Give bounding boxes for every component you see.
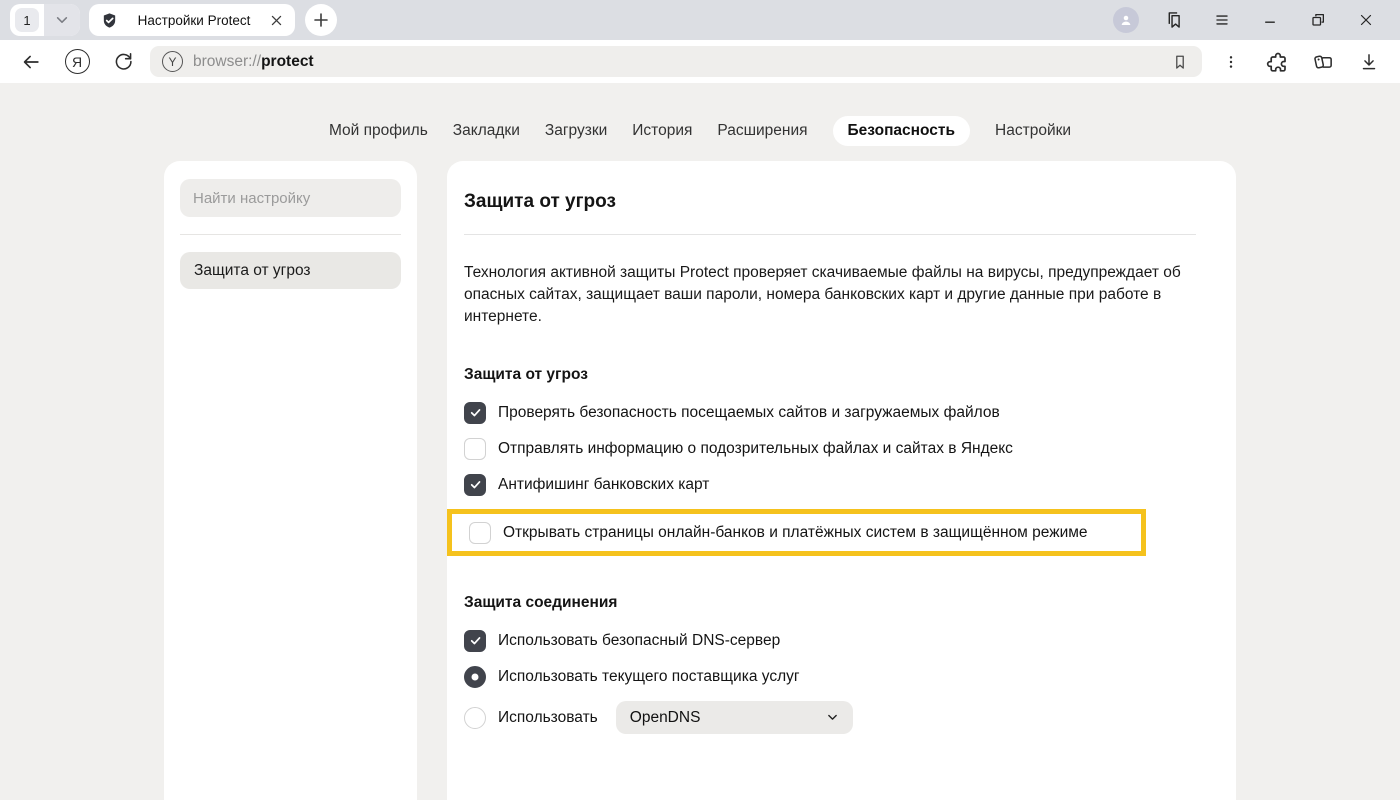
url-text: browser://protect [193, 53, 314, 71]
browser-tab-bar: 1 Настройки Protect [0, 0, 1400, 40]
nav-tab-1[interactable]: Мой профиль [329, 116, 428, 146]
dropdown-value: OpenDNS [630, 709, 701, 727]
sidebar-item-1[interactable]: Защита от угроз [180, 252, 401, 289]
yandex-home-button[interactable]: Я [54, 43, 100, 81]
refresh-button[interactable] [100, 43, 146, 81]
bookmark-icon [1170, 52, 1190, 72]
new-tab-button[interactable] [305, 4, 337, 36]
check-icon [469, 406, 482, 419]
plus-icon [313, 12, 329, 28]
browser-menu-button[interactable] [1198, 0, 1246, 40]
section-heading-1: Защита от угроз [464, 366, 1196, 384]
restore-window-button[interactable] [1294, 0, 1342, 40]
tab-title: Настройки Protect [127, 13, 261, 28]
tab-group-button[interactable]: 1 [10, 4, 80, 36]
settings-main-panel: Защита от угроз Технология активной защи… [447, 161, 1236, 800]
check-icon [469, 634, 482, 647]
option-label: Использовать [498, 709, 598, 727]
kebab-icon [1221, 52, 1241, 72]
nav-tab-7[interactable]: Настройки [995, 116, 1071, 146]
bookmarks-panel-icon [1163, 9, 1185, 31]
nav-tab-4[interactable]: История [632, 116, 692, 146]
page-title: Защита от угроз [464, 191, 1196, 213]
dns-provider-select[interactable]: OpenDNS [616, 701, 853, 734]
option-label: Использовать текущего поставщика услуг [498, 668, 800, 686]
option-label: Открывать страницы онлайн-банков и платё… [503, 524, 1088, 542]
restore-icon [1308, 10, 1328, 30]
checkbox-checked[interactable] [464, 474, 486, 496]
collections-icon [1311, 50, 1335, 74]
option-row[interactable]: Проверять безопасность посещаемых сайтов… [464, 401, 1196, 424]
avatar-icon [1113, 7, 1139, 33]
bookmark-page-button[interactable] [1170, 52, 1190, 72]
back-button[interactable] [8, 43, 54, 81]
active-tab[interactable]: Настройки Protect [89, 4, 295, 36]
search-input[interactable] [180, 179, 401, 217]
option-label: Антифишинг банковских карт [498, 476, 709, 494]
radio-unselected[interactable] [464, 707, 486, 729]
site-icon: Y [162, 51, 183, 72]
title-divider [464, 234, 1196, 235]
protect-description: Технология активной защиты Protect прове… [464, 262, 1192, 328]
radio-selected[interactable] [464, 666, 486, 688]
settings-nav: Мой профиль Закладки Загрузки История Расшир… [0, 83, 1400, 146]
chevron-down-icon [826, 711, 839, 724]
protect-settings-page: Мой профиль Закладки Загрузки История Расшир… [0, 83, 1400, 800]
nav-tab-2[interactable]: Закладки [453, 116, 520, 146]
yandex-logo-icon: Я [65, 49, 90, 74]
back-icon [19, 50, 43, 74]
extensions-button[interactable] [1254, 43, 1300, 81]
extensions-puzzle-icon [1265, 50, 1289, 74]
browser-toolbar: Я Y browser://protect [0, 40, 1400, 83]
checkbox-unchecked[interactable] [469, 522, 491, 544]
checkbox-unchecked[interactable] [464, 438, 486, 460]
downloads-button[interactable] [1346, 43, 1392, 81]
close-tab-icon[interactable] [270, 14, 283, 27]
refresh-icon [112, 50, 135, 73]
check-icon [469, 478, 482, 491]
tab-count-badge: 1 [15, 8, 39, 32]
page-actions-button[interactable] [1208, 43, 1254, 81]
option-row[interactable]: Использовать текущего поставщика услуг [464, 665, 1196, 688]
menu-icon [1212, 10, 1232, 30]
nav-tab-3[interactable]: Загрузки [545, 116, 607, 146]
sidebar-divider [180, 234, 401, 235]
option-row[interactable]: Использовать OpenDNS [464, 701, 1196, 734]
url-path: protect [261, 53, 314, 70]
checkbox-checked[interactable] [464, 402, 486, 424]
close-window-button[interactable] [1342, 0, 1390, 40]
settings-content: Защита от угроз Защита от угроз Технолог… [164, 161, 1236, 800]
option-row[interactable]: Отправлять информацию о подозрительных ф… [464, 437, 1196, 460]
tab-list-dropdown[interactable] [44, 4, 80, 36]
url-scheme: browser:// [193, 53, 261, 70]
minimize-icon [1260, 10, 1280, 30]
settings-sections: Защита от угроз Проверять безопасность по… [464, 366, 1196, 734]
shield-check-icon [101, 12, 118, 29]
profile-button[interactable] [1102, 0, 1150, 40]
sidebar-items: Защита от угроз [180, 252, 401, 289]
section-heading-2: Защита соединения [464, 594, 1196, 612]
option-label: Проверять безопасность посещаемых сайтов… [498, 404, 1000, 422]
bookmarks-panel-button[interactable] [1150, 0, 1198, 40]
option-row[interactable]: Антифишинг банковских карт [464, 473, 1196, 496]
option-row[interactable]: Использовать безопасный DNS-сервер [464, 629, 1196, 652]
collections-button[interactable] [1300, 43, 1346, 81]
highlight-annotation: Открывать страницы онлайн-банков и платё… [447, 509, 1146, 556]
option-label: Использовать безопасный DNS-сервер [498, 632, 780, 650]
nav-tab-6[interactable]: Безопасность [833, 116, 971, 146]
nav-tab-5[interactable]: Расширения [717, 116, 807, 146]
checkbox-checked[interactable] [464, 630, 486, 652]
address-bar[interactable]: Y browser://protect [150, 46, 1202, 77]
settings-sidebar: Защита от угроз [164, 161, 417, 800]
option-label: Отправлять информацию о подозрительных ф… [498, 440, 1013, 458]
close-icon [1357, 11, 1375, 29]
minimize-button[interactable] [1246, 0, 1294, 40]
option-row[interactable]: Открывать страницы онлайн-банков и платё… [469, 521, 1131, 544]
download-icon [1358, 51, 1380, 73]
chevron-down-icon [55, 13, 69, 27]
